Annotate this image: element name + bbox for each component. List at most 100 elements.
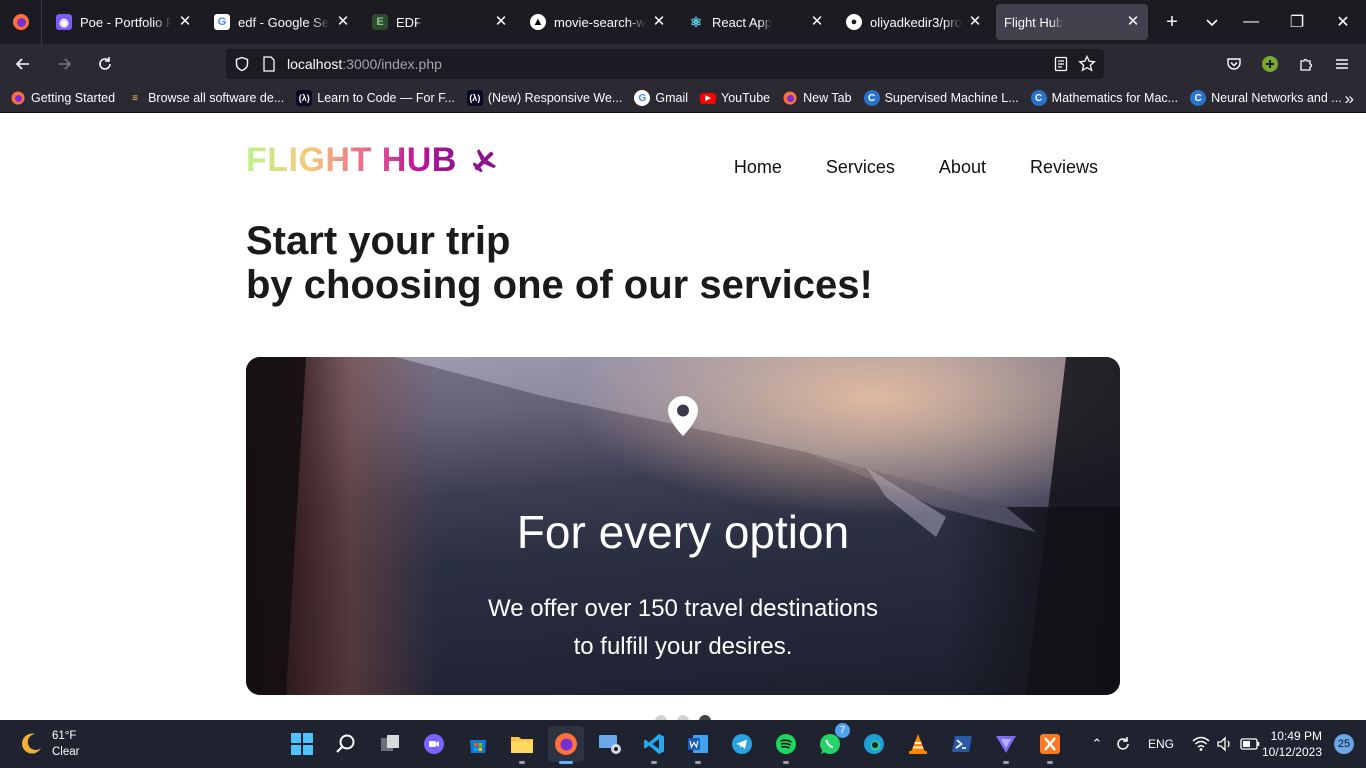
youtube-icon: ▶ [700, 92, 717, 104]
notification-center-badge[interactable]: 25 [1334, 734, 1354, 754]
google-icon: G [214, 14, 230, 30]
close-tab-icon[interactable]: ✕ [492, 13, 510, 31]
tab-movie-search[interactable]: ▲ movie-search-wel ✕ [522, 4, 674, 40]
system-tray: ⌃ ENG [1088, 720, 1260, 768]
tab-label: movie-search-wel [554, 14, 646, 30]
more-bookmarks-chevron-icon[interactable]: » [1345, 89, 1354, 109]
wifi-icon[interactable] [1192, 736, 1210, 752]
reader-view-icon[interactable] [1054, 56, 1068, 72]
address-bar[interactable]: localhost:3000/index.php [226, 49, 1104, 79]
nav-link-reviews[interactable]: Reviews [1030, 157, 1098, 178]
word-button[interactable] [680, 726, 716, 764]
app-menu-button[interactable] [1326, 48, 1358, 80]
nav-link-services[interactable]: Services [826, 157, 895, 178]
minimize-button[interactable]: — [1228, 0, 1274, 44]
search-button[interactable] [328, 726, 364, 762]
taskbar-clock[interactable]: 10:49 PM 10/12/2023 [1262, 728, 1322, 760]
xampp-button[interactable] [1032, 726, 1068, 764]
tab-google-search[interactable]: G edf - Google Searc ✕ [206, 4, 358, 40]
spotify-icon [776, 734, 796, 754]
show-hidden-icons-chevron-icon[interactable]: ⌃ [1088, 736, 1106, 752]
notification-badge: 7 [835, 723, 850, 738]
monitor-settings-icon [599, 735, 621, 754]
site-logo[interactable]: FLIGHT HUB [246, 141, 499, 180]
battery-icon[interactable] [1240, 738, 1260, 750]
chevron-down-icon [1206, 19, 1218, 27]
teams-chat-button[interactable] [416, 726, 452, 762]
nav-link-about[interactable]: About [939, 157, 986, 178]
page-icon[interactable] [262, 56, 278, 72]
input-language[interactable]: ENG [1148, 737, 1174, 751]
tab-react-app[interactable]: ⚛ React App ✕ [680, 4, 832, 40]
bookmark-mathematics-ml[interactable]: C Mathematics for Mac... [1030, 90, 1178, 106]
vscode-button[interactable] [636, 726, 672, 764]
whatsapp-button[interactable]: 7 [812, 723, 850, 762]
word-icon [688, 735, 708, 753]
bookmark-freecodecamp-responsive[interactable]: (λ) (New) Responsive We... [466, 90, 622, 106]
account-button[interactable] [1254, 48, 1286, 80]
shield-icon[interactable] [234, 56, 250, 72]
extensions-button[interactable] [1290, 48, 1322, 80]
microsoft-store-button[interactable] [460, 726, 496, 762]
firefox-taskbar-button[interactable] [548, 726, 584, 764]
start-button[interactable] [284, 726, 320, 762]
restore-button[interactable]: ❐ [1274, 0, 1320, 44]
tab-edf[interactable]: E EDF ✕ [364, 4, 516, 40]
url-text[interactable]: localhost:3000/index.php [287, 56, 442, 72]
file-explorer-button[interactable] [504, 726, 540, 764]
close-window-button[interactable]: ✕ [1320, 0, 1366, 44]
vpn-button[interactable] [988, 726, 1024, 764]
airplane-icon [472, 148, 496, 172]
spotify-button[interactable] [768, 726, 804, 764]
coursera-icon: C [1190, 90, 1207, 106]
close-tab-icon[interactable]: ✕ [650, 13, 668, 31]
close-tab-icon[interactable]: ✕ [1124, 13, 1142, 31]
close-tab-icon[interactable]: ✕ [808, 13, 826, 31]
bookmark-freecodecamp-learn[interactable]: (λ) Learn to Code — For F... [296, 90, 455, 106]
volume-icon[interactable] [1216, 736, 1234, 752]
bookmark-gmail[interactable]: G Gmail [634, 90, 688, 106]
telegram-button[interactable] [724, 726, 760, 762]
url-host: localhost [287, 56, 343, 72]
weather-temperature: 61°F [52, 730, 77, 742]
remote-desktop-button[interactable] [592, 726, 628, 762]
list-all-tabs-button[interactable] [1192, 4, 1232, 40]
hamburger-icon [1336, 59, 1348, 69]
bookmark-browse-software[interactable]: ≡ Browse all software de... [127, 90, 284, 106]
vlc-button[interactable] [900, 726, 936, 762]
back-button[interactable] [5, 48, 41, 80]
service-carousel-slide[interactable]: For every option We offer over 150 trave… [246, 357, 1120, 695]
powershell-button[interactable] [944, 726, 980, 762]
store-icon [470, 740, 486, 753]
arrow-right-icon [58, 58, 72, 70]
hero-heading-line-2: by choosing one of our services! [246, 263, 873, 307]
firefox-menu-button[interactable] [0, 0, 42, 44]
tab-flight-hub[interactable]: Flight Hub ✕ [996, 4, 1148, 40]
pocket-button[interactable] [1218, 48, 1250, 80]
close-tab-icon[interactable]: ✕ [966, 13, 984, 31]
bookmark-supervised-ml[interactable]: C Supervised Machine L... [863, 90, 1019, 106]
bookmark-new-tab[interactable]: New Tab [782, 90, 852, 106]
sync-icon[interactable] [1114, 735, 1134, 753]
task-view-button[interactable] [372, 726, 408, 762]
browser-navigation-bar: localhost:3000/index.php [0, 44, 1366, 84]
tab-github[interactable]: ● oliyadkedir3/prot ✕ [838, 4, 990, 40]
tab-poe[interactable]: ◉ Poe - Portfolio Pr ✕ [48, 4, 200, 40]
bookmark-label: Learn to Code — For F... [317, 91, 455, 105]
new-tab-button[interactable]: + [1152, 4, 1192, 40]
forward-button[interactable] [46, 48, 82, 80]
bookmark-youtube[interactable]: ▶ YouTube [700, 91, 770, 105]
bookmark-neural-networks[interactable]: C Neural Networks and ... [1190, 90, 1342, 106]
close-tab-icon[interactable]: ✕ [334, 13, 352, 31]
firefox-icon [10, 90, 26, 106]
firefox-icon [782, 90, 798, 106]
close-tab-icon[interactable]: ✕ [176, 13, 194, 31]
puzzle-icon [1300, 58, 1313, 71]
bookmark-star-icon[interactable] [1078, 55, 1096, 73]
google-icon: G [634, 90, 651, 106]
bookmark-getting-started[interactable]: Getting Started [10, 90, 115, 106]
reload-button[interactable] [87, 48, 123, 80]
nav-link-home[interactable]: Home [734, 157, 782, 178]
weather-widget[interactable]: 61°F Clear [18, 728, 79, 760]
edge-button[interactable] [856, 726, 892, 762]
